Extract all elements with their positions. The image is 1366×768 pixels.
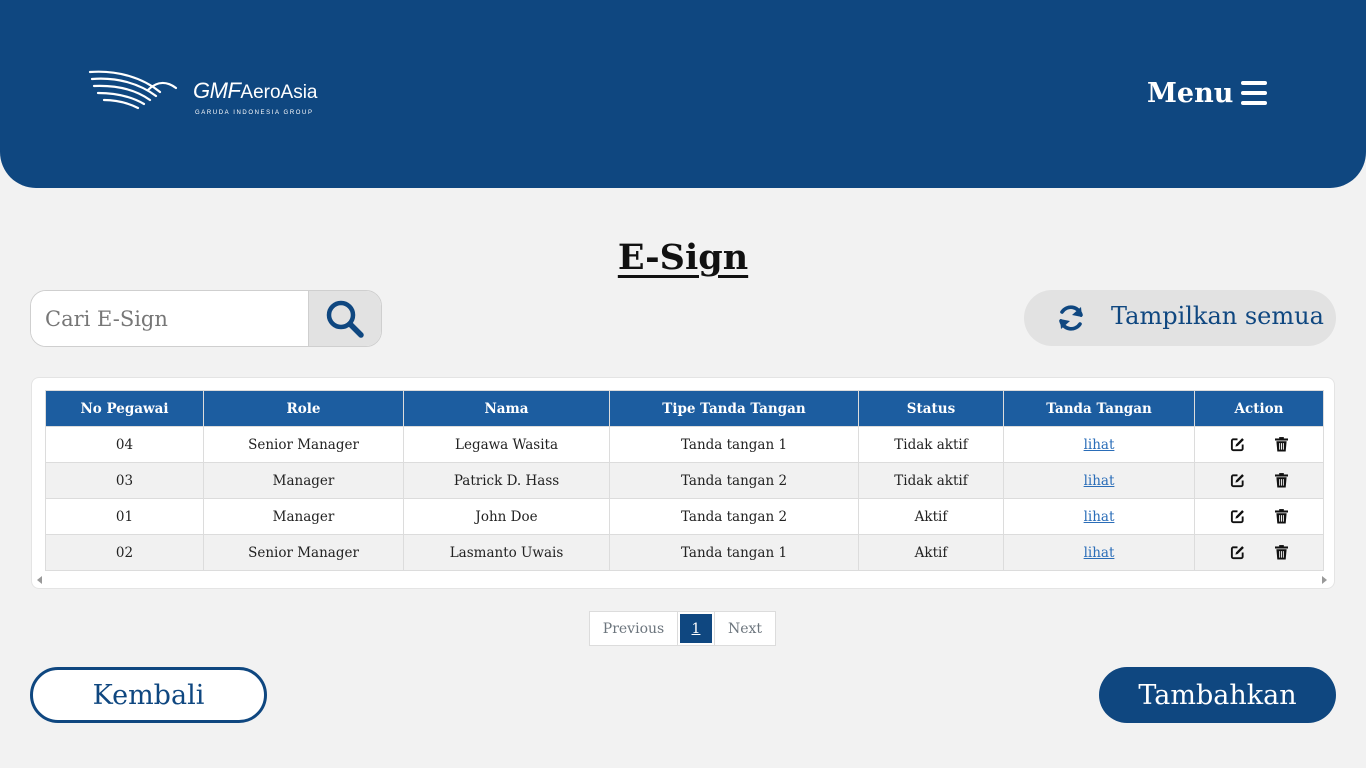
- add-button[interactable]: Tambahkan: [1099, 667, 1336, 723]
- logo-tagline: GARUDA INDONESIA GROUP: [195, 110, 314, 116]
- page-title: E-Sign: [617, 237, 749, 279]
- table-row: 04 Senior Manager Legawa Wasita Tanda ta…: [45, 426, 1324, 463]
- pagination: Previous 1 Next: [589, 611, 776, 646]
- page-1-button[interactable]: 1: [678, 612, 714, 645]
- cell-nama: Patrick D. Hass: [403, 462, 610, 499]
- show-all-button[interactable]: Tampilkan semua: [1024, 290, 1336, 346]
- trash-icon[interactable]: [1275, 545, 1288, 560]
- cell-signature: lihat: [1003, 426, 1195, 463]
- view-signature-link[interactable]: lihat: [1084, 437, 1115, 453]
- cell-status: Tidak aktif: [858, 426, 1004, 463]
- app-header: GMFAeroAsia GARUDA INDONESIA GROUP Menu: [0, 0, 1366, 188]
- table-card: No Pegawai Role Nama Tipe Tanda Tangan S…: [31, 377, 1335, 589]
- column-header-action: Action: [1194, 390, 1324, 427]
- column-header-tipe[interactable]: Tipe Tanda Tangan: [609, 390, 859, 427]
- cell-no-pegawai: 02: [45, 534, 204, 571]
- cell-tipe: Tanda tangan 2: [609, 498, 859, 535]
- edit-icon[interactable]: [1230, 437, 1245, 452]
- search-input[interactable]: [31, 291, 308, 346]
- horizontal-scrollbar[interactable]: [33, 573, 1333, 587]
- edit-icon[interactable]: [1230, 509, 1245, 524]
- cell-signature: lihat: [1003, 534, 1195, 571]
- cell-tipe: Tanda tangan 1: [609, 426, 859, 463]
- column-header-no-pegawai[interactable]: No Pegawai: [45, 390, 204, 427]
- cell-role: Manager: [203, 462, 404, 499]
- cell-tipe: Tanda tangan 2: [609, 462, 859, 499]
- cell-nama: John Doe: [403, 498, 610, 535]
- column-header-role[interactable]: Role: [203, 390, 404, 427]
- cell-status: Tidak aktif: [858, 462, 1004, 499]
- previous-page-button[interactable]: Previous: [590, 612, 678, 645]
- cell-role: Senior Manager: [203, 534, 404, 571]
- esign-table: No Pegawai Role Nama Tipe Tanda Tangan S…: [45, 390, 1324, 571]
- cell-no-pegawai: 03: [45, 462, 204, 499]
- table-row: 01 Manager John Doe Tanda tangan 2 Aktif…: [45, 498, 1324, 535]
- menu-button[interactable]: Menu: [1147, 76, 1268, 110]
- trash-icon[interactable]: [1275, 473, 1288, 488]
- search-icon: [326, 300, 364, 338]
- back-button[interactable]: Kembali: [30, 667, 267, 723]
- cell-status: Aktif: [858, 534, 1004, 571]
- cell-nama: Legawa Wasita: [403, 426, 610, 463]
- table-row: 02 Senior Manager Lasmanto Uwais Tanda t…: [45, 534, 1324, 571]
- scroll-right-arrow-icon[interactable]: [1322, 576, 1327, 584]
- cell-action: [1194, 534, 1324, 571]
- table-header-row: No Pegawai Role Nama Tipe Tanda Tangan S…: [45, 390, 1324, 427]
- cell-no-pegawai: 01: [45, 498, 204, 535]
- view-signature-link[interactable]: lihat: [1084, 473, 1115, 489]
- cell-signature: lihat: [1003, 462, 1195, 499]
- edit-icon[interactable]: [1230, 545, 1245, 560]
- show-all-label: Tampilkan semua: [1111, 302, 1324, 330]
- column-header-tanda-tangan[interactable]: Tanda Tangan: [1003, 390, 1195, 427]
- table-row: 03 Manager Patrick D. Hass Tanda tangan …: [45, 462, 1324, 499]
- cell-action: [1194, 498, 1324, 535]
- column-header-nama[interactable]: Nama: [403, 390, 610, 427]
- cell-signature: lihat: [1003, 498, 1195, 535]
- edit-icon[interactable]: [1230, 473, 1245, 488]
- gmf-logo[interactable]: GMFAeroAsia GARUDA INDONESIA GROUP: [88, 66, 328, 126]
- column-header-status[interactable]: Status: [858, 390, 1004, 427]
- next-page-button[interactable]: Next: [714, 612, 775, 645]
- scroll-left-arrow-icon[interactable]: [37, 576, 42, 584]
- cell-role: Senior Manager: [203, 426, 404, 463]
- cell-nama: Lasmanto Uwais: [403, 534, 610, 571]
- search-box: [30, 290, 382, 347]
- hamburger-icon: [1241, 81, 1268, 105]
- search-button[interactable]: [308, 291, 381, 346]
- menu-label: Menu: [1147, 77, 1234, 109]
- cell-role: Manager: [203, 498, 404, 535]
- trash-icon[interactable]: [1275, 509, 1288, 524]
- refresh-icon: [1059, 305, 1083, 331]
- logo-name: GMFAeroAsia: [193, 78, 318, 103]
- cell-action: [1194, 462, 1324, 499]
- trash-icon[interactable]: [1275, 437, 1288, 452]
- cell-no-pegawai: 04: [45, 426, 204, 463]
- cell-status: Aktif: [858, 498, 1004, 535]
- cell-action: [1194, 426, 1324, 463]
- cell-tipe: Tanda tangan 1: [609, 534, 859, 571]
- view-signature-link[interactable]: lihat: [1084, 509, 1115, 525]
- garuda-bird-logo-icon: [88, 70, 178, 110]
- view-signature-link[interactable]: lihat: [1084, 545, 1115, 561]
